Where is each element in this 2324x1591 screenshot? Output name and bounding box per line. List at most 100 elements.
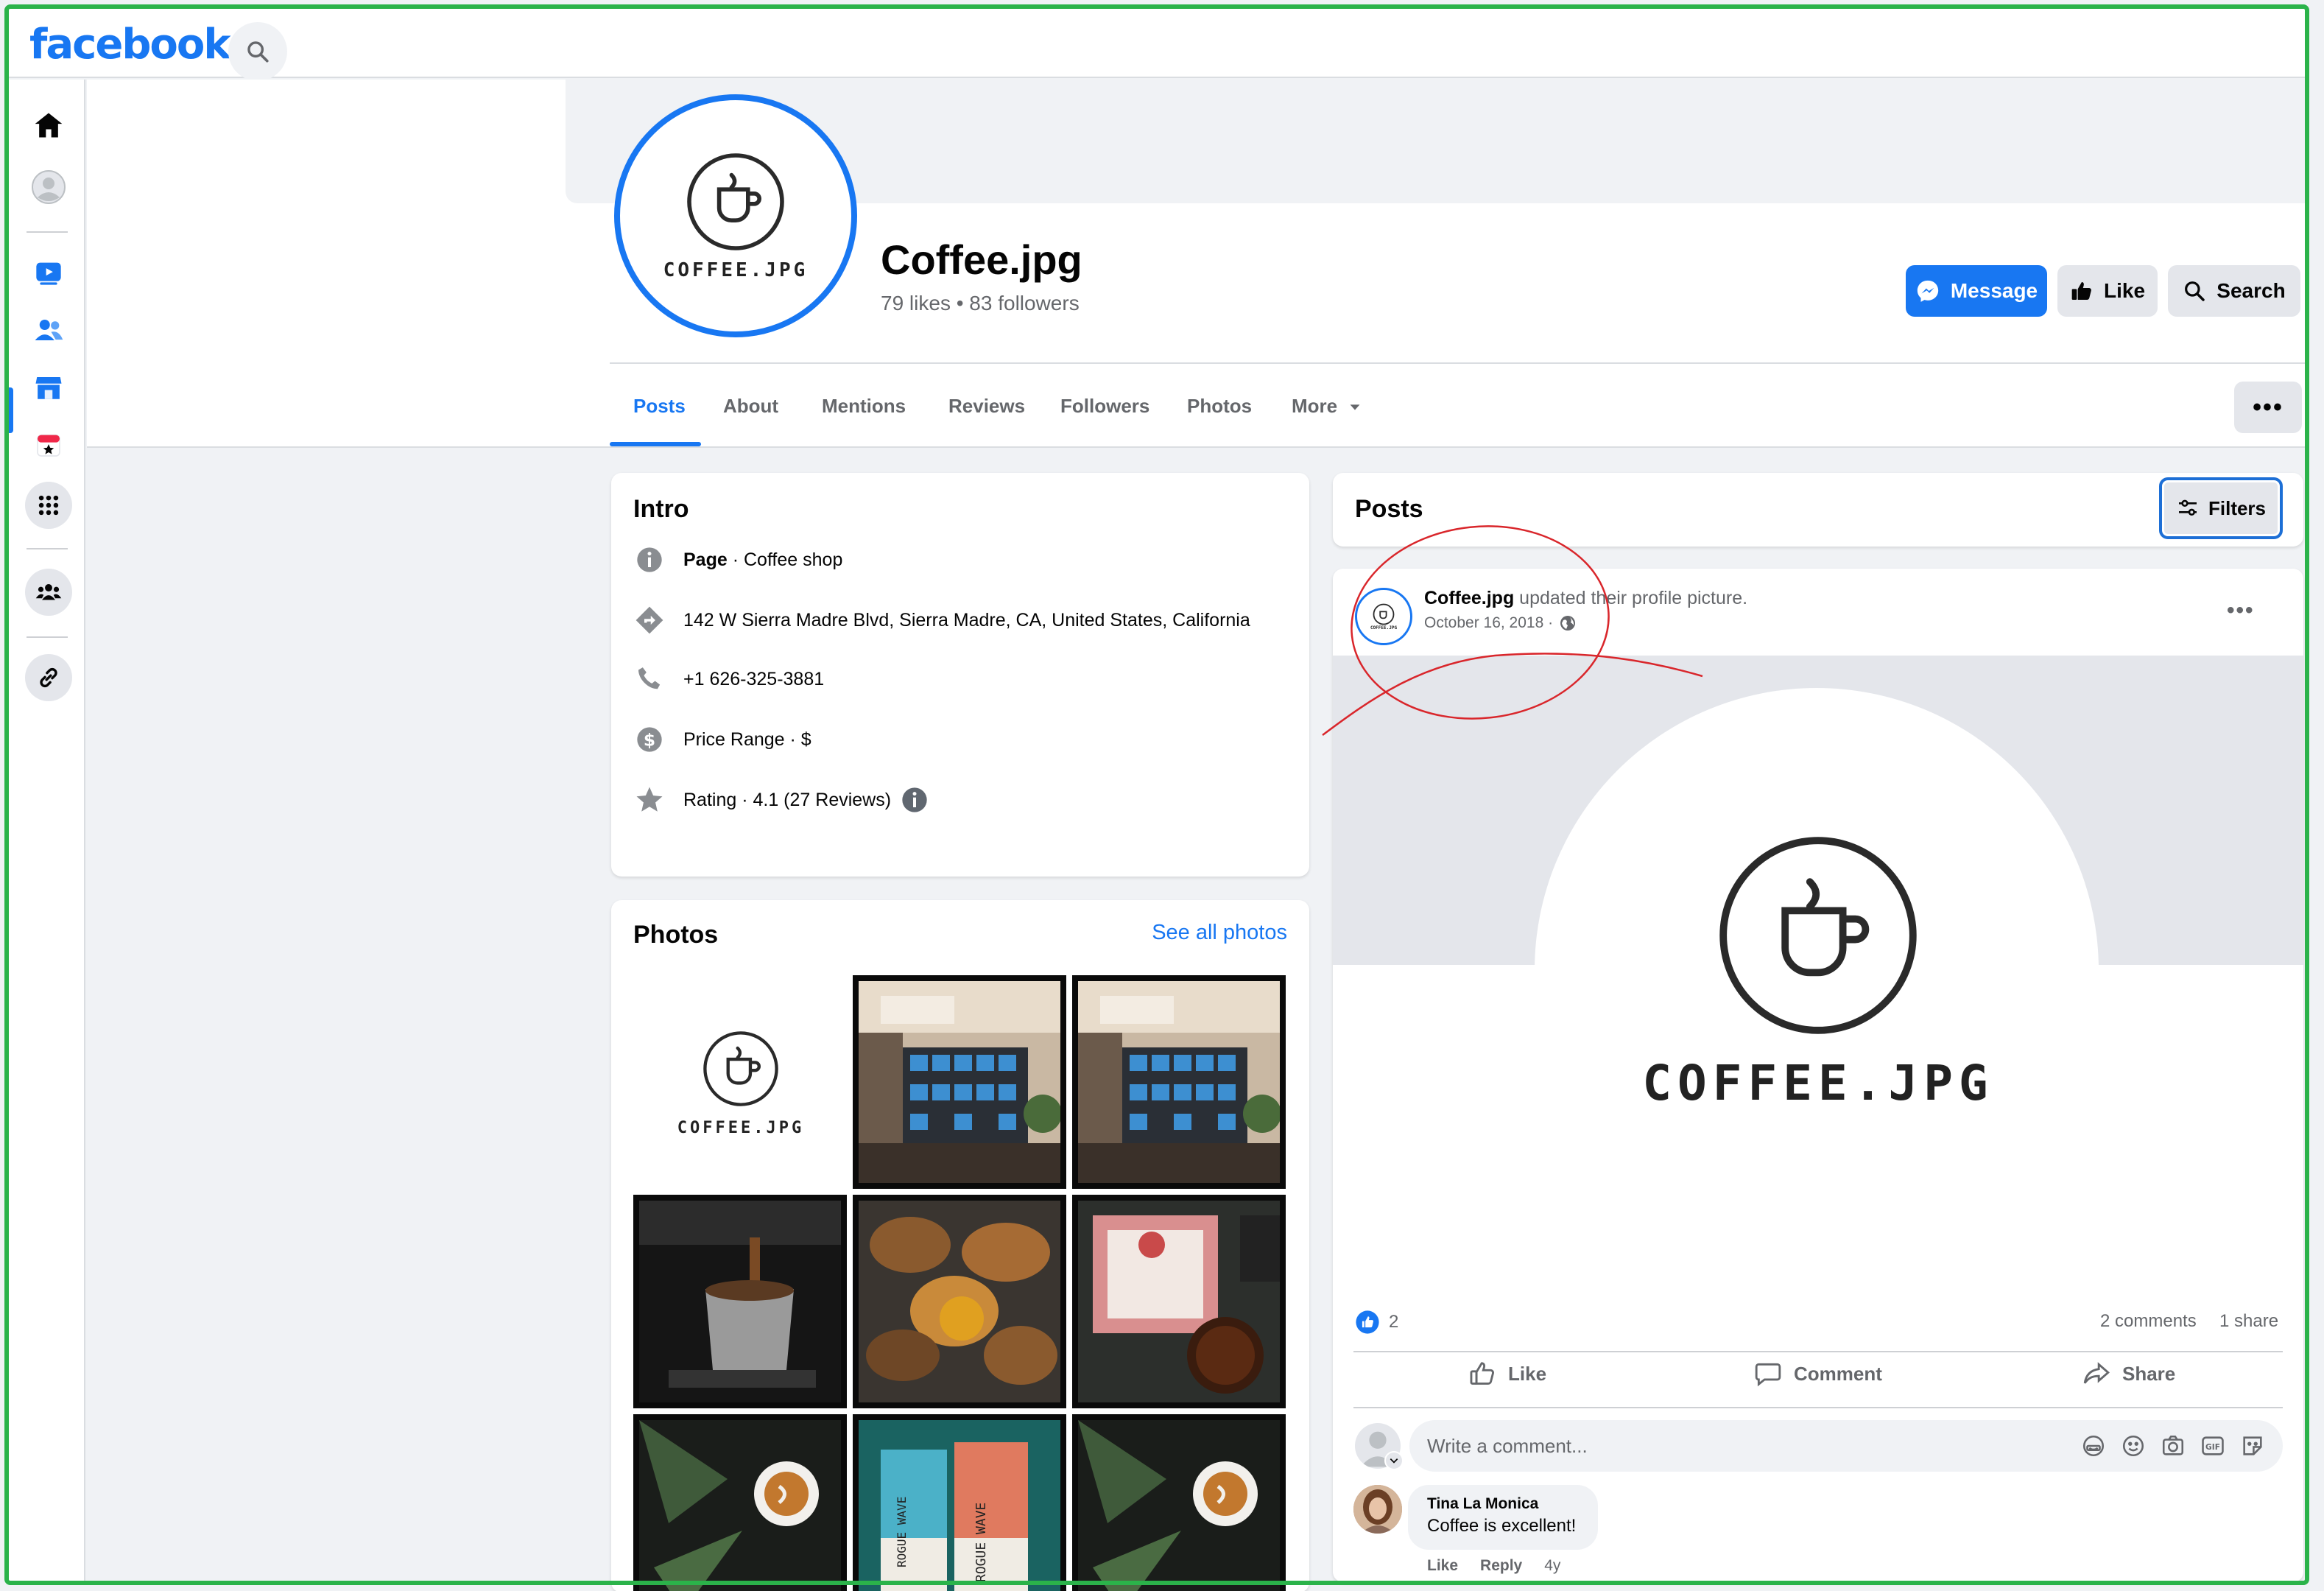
phone-icon xyxy=(638,667,661,689)
latte-photo xyxy=(639,1420,841,1591)
espresso-photo xyxy=(639,1201,841,1402)
comment-like-link[interactable]: Like xyxy=(1427,1557,1458,1575)
intro-title: Intro xyxy=(633,495,689,523)
star-icon xyxy=(636,787,663,812)
comment-age[interactable]: 4y xyxy=(1544,1557,1560,1575)
photo-logo-text: COFFEE.JPG xyxy=(677,1118,805,1137)
search-button[interactable] xyxy=(228,22,287,81)
intro-price: $ Price Range · $ xyxy=(633,723,811,756)
home-button[interactable] xyxy=(25,102,72,149)
globe-icon xyxy=(1560,616,1576,631)
dollar-icon: $ xyxy=(637,727,662,752)
page-profile-picture[interactable]: COFFEE.JPG xyxy=(614,94,857,337)
photo-logo[interactable]: COFFEE.JPG xyxy=(633,975,848,1190)
tab-more[interactable]: More xyxy=(1292,395,1363,418)
post-author-avatar[interactable]: COFFEE.JPG xyxy=(1355,588,1412,645)
avatar-dropdown[interactable] xyxy=(1384,1451,1404,1470)
post-image[interactable]: COFFEE.JPG xyxy=(1333,656,2303,1293)
tab-reviews[interactable]: Reviews xyxy=(948,395,1025,418)
photo-coffee-bag[interactable] xyxy=(1072,1195,1286,1408)
avatar-sticker-icon[interactable] xyxy=(2081,1433,2106,1458)
post-like-button[interactable]: Like xyxy=(1468,1360,1546,1388)
phone-text[interactable]: +1 626-325-3881 xyxy=(683,669,824,690)
post-share-label: Share xyxy=(2122,1362,2176,1385)
photo-storefront[interactable] xyxy=(853,975,1066,1189)
reactions-summary[interactable]: 2 xyxy=(1355,1310,1398,1335)
filters-label: Filters xyxy=(2208,496,2267,519)
groups-button[interactable] xyxy=(25,569,72,616)
rating-info-icon[interactable] xyxy=(900,785,929,815)
tab-about[interactable]: About xyxy=(723,395,778,418)
coffee-cup-logo-icon xyxy=(703,1030,778,1106)
commenter-avatar[interactable] xyxy=(1353,1485,1402,1534)
tab-photos[interactable]: Photos xyxy=(1187,395,1252,418)
profile-button[interactable] xyxy=(25,164,72,211)
see-all-photos-link[interactable]: See all photos xyxy=(1152,921,1287,945)
post-logo: COFFEE.JPG xyxy=(1333,832,2303,1111)
comment-author[interactable]: Tina La Monica xyxy=(1427,1495,1579,1513)
post-comment-button[interactable]: Comment xyxy=(1754,1360,1882,1388)
filter-sliders-icon xyxy=(2178,499,2197,516)
pastries-photo xyxy=(859,1201,1060,1402)
photo-latte-2[interactable] xyxy=(1072,1414,1286,1591)
photos-title: Photos xyxy=(633,921,719,949)
latte-photo xyxy=(1078,1420,1280,1591)
page-stats[interactable]: 79 likes • 83 followers xyxy=(881,292,1080,315)
info-icon xyxy=(637,547,662,572)
tab-mentions[interactable]: Mentions xyxy=(822,395,906,418)
search-page-button[interactable]: Search xyxy=(2168,265,2300,317)
coffee-cup-logo-icon xyxy=(1719,837,1917,1034)
watch-button[interactable] xyxy=(25,249,72,296)
share-icon xyxy=(2083,1362,2110,1384)
events-icon xyxy=(37,434,60,457)
like-label: Like xyxy=(2103,279,2146,302)
active-tab-indicator xyxy=(610,442,701,446)
filters-button[interactable]: Filters xyxy=(2159,477,2283,539)
shares-count[interactable]: 1 share xyxy=(2219,1311,2278,1332)
tab-more-label: More xyxy=(1292,395,1338,417)
events-button[interactable] xyxy=(25,421,72,468)
rogue-wave-bags-photo: ROGUE WAVE ROGUE WAVE xyxy=(859,1420,1060,1591)
post-avatar-text: COFFEE.JPG xyxy=(1370,625,1398,631)
comments-count[interactable]: 2 comments xyxy=(2100,1311,2197,1332)
photo-latte[interactable] xyxy=(633,1414,847,1591)
photo-rogue-wave-bags[interactable]: ROGUE WAVE ROGUE WAVE xyxy=(853,1414,1066,1591)
intro-category: Page · Coffee shop xyxy=(633,544,842,576)
post-author[interactable]: Coffee.jpg xyxy=(1424,588,1514,608)
page-options-button[interactable]: ••• xyxy=(2234,382,2302,433)
page-title: Coffee.jpg xyxy=(881,236,1082,283)
active-indicator xyxy=(9,387,13,433)
menu-button[interactable] xyxy=(25,482,72,529)
menu-grid-icon xyxy=(38,495,59,516)
tab-posts[interactable]: Posts xyxy=(633,395,686,418)
photo-storefront-2[interactable] xyxy=(1072,975,1286,1189)
marketplace-button[interactable] xyxy=(25,364,72,411)
tab-followers[interactable]: Followers xyxy=(1060,395,1149,418)
post-date[interactable]: October 16, 2018 · xyxy=(1424,614,1553,632)
commenter-photo xyxy=(1353,1485,1402,1534)
photo-espresso[interactable] xyxy=(633,1195,847,1408)
search-icon xyxy=(2185,281,2205,301)
link-button[interactable] xyxy=(25,654,72,701)
like-page-button[interactable]: Like xyxy=(2057,265,2158,317)
facebook-logo[interactable]: facebook xyxy=(29,21,231,69)
post-options-button[interactable]: ••• xyxy=(2227,598,2255,623)
emoji-icon[interactable] xyxy=(2121,1433,2146,1458)
coffee-cup-logo-icon xyxy=(687,153,784,250)
header-divider xyxy=(610,362,2305,364)
coffee-cup-logo-icon xyxy=(1373,603,1395,625)
avatar-logo-text: COFFEE.JPG xyxy=(663,259,809,281)
message-button[interactable]: Message xyxy=(1906,265,2047,317)
photo-pastries[interactable] xyxy=(853,1195,1066,1408)
like-reaction-icon xyxy=(1356,1310,1379,1334)
camera-icon[interactable] xyxy=(2161,1433,2186,1458)
comment-input[interactable]: Write a comment... GIF xyxy=(1409,1420,2283,1472)
sticker-icon[interactable] xyxy=(2240,1433,2265,1458)
post-share-button[interactable]: Share xyxy=(2082,1360,2175,1388)
friends-button[interactable] xyxy=(25,306,72,354)
address-text[interactable]: 142 W Sierra Madre Blvd, Sierra Madre, C… xyxy=(683,610,1250,631)
posts-header-card: Posts xyxy=(1333,473,2303,547)
comment-reply-link[interactable]: Reply xyxy=(1480,1557,1522,1575)
gif-icon[interactable]: GIF xyxy=(2200,1433,2225,1458)
search-label: Search xyxy=(2216,279,2286,302)
